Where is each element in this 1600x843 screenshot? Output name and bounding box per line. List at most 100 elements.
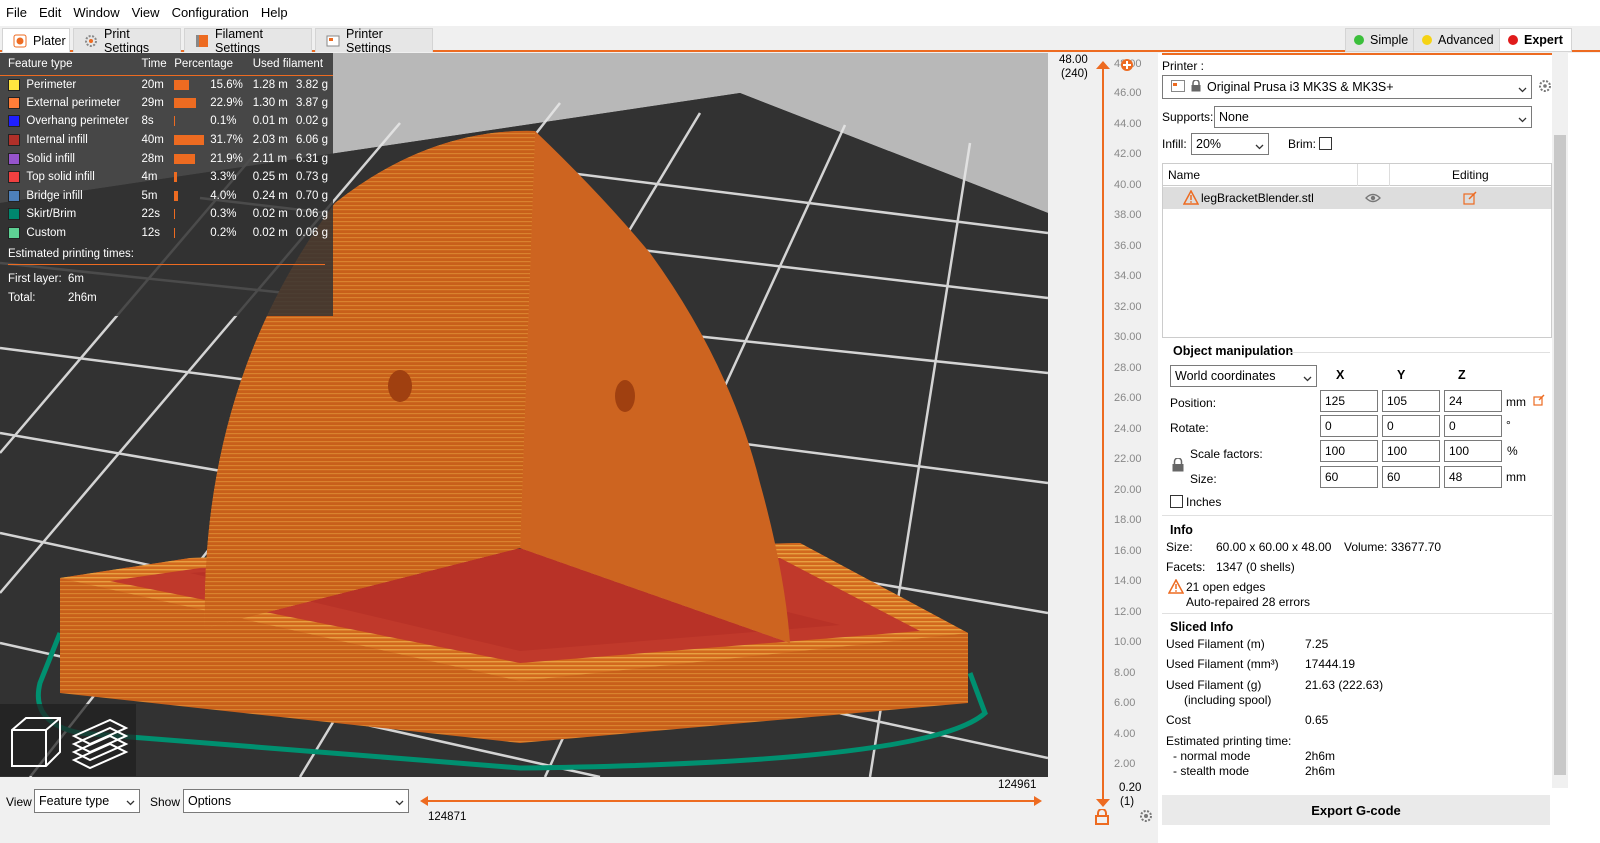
brim-label: Brim: [1288, 137, 1316, 151]
feature-length: 0.02 m [252, 208, 288, 221]
sliced-info-title: Sliced Info [1170, 620, 1234, 634]
scale-lock-icon[interactable] [1172, 457, 1184, 475]
lock-icon[interactable] [1095, 808, 1109, 828]
scrollbar-thumb[interactable] [1554, 135, 1566, 775]
feature-time: 12s [141, 227, 161, 240]
edit-icon[interactable] [1463, 191, 1477, 208]
horizontal-slider[interactable] [420, 795, 1042, 807]
layers-icon[interactable] [70, 712, 130, 775]
tick-label: 20.00 [1114, 483, 1142, 496]
tab-plater[interactable]: Plater [2, 28, 70, 52]
tick-label: 34.00 [1114, 270, 1142, 282]
scale-x-input[interactable]: 100 [1320, 440, 1378, 462]
menu-view[interactable]: View [126, 0, 166, 26]
tick-label: 30.00 [1114, 331, 1142, 343]
mode-expert[interactable]: Expert [1499, 28, 1572, 52]
brim-checkbox[interactable] [1319, 137, 1332, 150]
percentage-text: 21.9% [210, 152, 243, 165]
menu-help[interactable]: Help [255, 0, 294, 26]
axis-x-label: X [1336, 368, 1345, 382]
printer-select[interactable]: Original Prusa i3 MK3S & MK3S+ [1162, 75, 1532, 99]
rotate-x-input[interactable]: 0 [1320, 415, 1378, 437]
infill-label: Infill: [1162, 137, 1187, 151]
legend-feature: Perimeter [0, 75, 139, 94]
printer-icon [326, 34, 340, 48]
tick-label: 26.00 [1114, 392, 1142, 404]
color-swatch [8, 134, 20, 147]
position-unit: mm [1506, 395, 1526, 409]
divider [1162, 613, 1552, 614]
view-label: View [6, 795, 32, 809]
inches-checkbox[interactable] [1170, 495, 1183, 508]
view-select[interactable]: Feature type [34, 789, 140, 813]
show-select[interactable]: Options [183, 789, 409, 813]
legend-row: Internal infill 40m 31.7% 2.03 m 6.06 g [0, 131, 333, 150]
coords-value: World coordinates [1175, 369, 1276, 383]
feature-name: Solid infill [26, 152, 75, 165]
layer-slider[interactable]: 48.00 (240) 48.00 46.0044.0042.0040.0038… [1048, 53, 1158, 843]
mode-simple[interactable]: Simple [1345, 28, 1418, 52]
stealth-mode-label: - stealth mode [1173, 764, 1250, 778]
feature-percentage: 0.1% [171, 112, 249, 131]
tab-filament-settings[interactable]: Filament Settings [184, 27, 312, 55]
col-name: Name [1168, 168, 1201, 182]
percentage-text: 3.3% [210, 171, 237, 184]
show-select-value: Options [188, 794, 232, 808]
feature-name: Bridge infill [26, 189, 83, 202]
green-dot-icon [1354, 35, 1364, 45]
3d-cube-icon[interactable] [6, 712, 66, 775]
feature-percentage: 15.6% [171, 75, 249, 94]
slider-track[interactable] [1096, 61, 1110, 807]
size-y-input[interactable]: 60 [1382, 466, 1440, 488]
legend-row: Custom 12s 0.2% 0.02 m 0.06 g [0, 224, 333, 243]
object-row[interactable]: legBracketBlender.stl [1163, 187, 1551, 209]
rotate-z-input[interactable]: 0 [1444, 415, 1502, 437]
menu-window[interactable]: Window [67, 0, 125, 26]
cog-icon[interactable] [1139, 809, 1153, 826]
feature-length: 1.28 m [252, 78, 288, 91]
drop-to-bed-icon[interactable] [1533, 394, 1545, 409]
show-label: Show [150, 795, 181, 809]
cost-label: Cost [1166, 713, 1191, 727]
tick-label: 8.00 [1114, 666, 1136, 679]
menu-file[interactable]: File [0, 0, 33, 26]
coordinates-select[interactable]: World coordinates [1170, 365, 1317, 387]
tab-printer-settings[interactable]: Printer Settings [315, 27, 433, 55]
add-color-change-icon[interactable] [1120, 58, 1134, 75]
percentage-text: 22.9% [210, 96, 243, 109]
yellow-dot-icon [1422, 35, 1432, 45]
legend-feature: Overhang perimeter [0, 112, 139, 131]
menu-edit[interactable]: Edit [33, 0, 67, 26]
tab-print-settings[interactable]: Print Settings [73, 26, 181, 55]
infill-select[interactable]: 20% [1191, 133, 1269, 155]
including-spool-label: (including spool) [1184, 693, 1272, 707]
mode-advanced[interactable]: Advanced [1413, 28, 1503, 52]
feature-time: 20m [141, 78, 164, 91]
supports-select[interactable]: None [1214, 106, 1532, 128]
preview-bottom-bar: View Feature type Show Options 124961 12… [0, 777, 1048, 843]
tab-label: Print Settings [104, 26, 150, 55]
export-gcode-button[interactable]: Export G-code [1162, 795, 1550, 825]
feature-time: 4m [141, 171, 158, 184]
chevron-down-icon [1518, 113, 1527, 123]
menu-configuration[interactable]: Configuration [166, 0, 255, 26]
rotate-y-input[interactable]: 0 [1382, 415, 1440, 437]
feature-weight: 0.73 g [296, 171, 328, 184]
scale-z-input[interactable]: 100 [1444, 440, 1502, 462]
position-x-input[interactable]: 125 [1320, 390, 1378, 412]
position-y-input[interactable]: 105 [1382, 390, 1440, 412]
feature-percentage: 4.0% [171, 187, 249, 206]
size-x-input[interactable]: 60 [1320, 466, 1378, 488]
feature-weight: 0.70 g [296, 189, 328, 202]
tick-label: 18.00 [1114, 514, 1142, 526]
tick-label: 4.00 [1114, 727, 1136, 740]
color-swatch [8, 115, 20, 128]
position-z-input[interactable]: 24 [1444, 390, 1502, 412]
legend-header-feature: Feature type [0, 53, 139, 76]
printer-settings-gear-icon[interactable] [1538, 79, 1552, 96]
panel-scrollbar[interactable] [1552, 53, 1568, 788]
eye-icon[interactable] [1365, 192, 1381, 207]
scale-y-input[interactable]: 100 [1382, 440, 1440, 462]
color-swatch [8, 189, 20, 202]
size-z-input[interactable]: 48 [1444, 466, 1502, 488]
